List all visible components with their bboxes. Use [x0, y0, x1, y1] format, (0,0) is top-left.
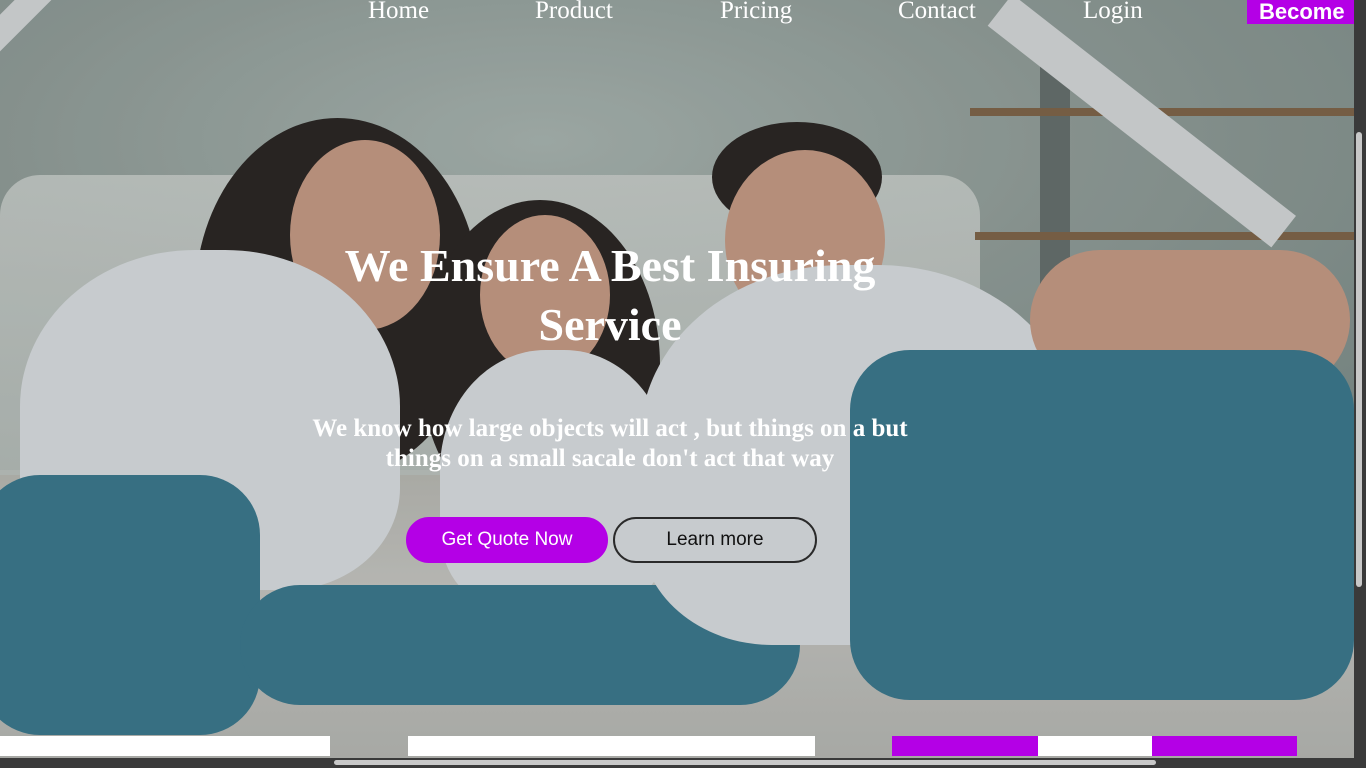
nav-home-link[interactable]: Home: [368, 0, 429, 26]
hero-title: We Ensure A Best Insuring Service: [344, 240, 876, 350]
learn-more-button[interactable]: Learn more: [613, 517, 817, 563]
bottom-bar-white: [0, 736, 330, 756]
horizontal-scrollbar-thumb[interactable]: [334, 760, 1156, 765]
nav-contact-link[interactable]: Contact: [898, 0, 976, 26]
hero-section: Home Product Pricing Contact Login Becom…: [0, 0, 1354, 758]
bottom-bar-accent: [892, 736, 1038, 756]
top-navigation: Home Product Pricing Contact Login Becom…: [0, 0, 1354, 30]
background-overlay: [0, 0, 1354, 758]
nav-become-button[interactable]: Become: [1247, 0, 1354, 24]
bottom-bar-white: [408, 736, 815, 756]
hero-subtitle: We know how large objects will act , but…: [312, 415, 908, 472]
nav-login-link[interactable]: Login: [1083, 0, 1143, 26]
get-quote-button[interactable]: Get Quote Now: [406, 517, 608, 563]
vertical-scrollbar-thumb[interactable]: [1356, 132, 1362, 587]
nav-pricing-link[interactable]: Pricing: [720, 0, 792, 26]
bottom-bar-accent: [1152, 736, 1297, 756]
nav-product-link[interactable]: Product: [535, 0, 613, 26]
bottom-bar-white: [1038, 736, 1152, 756]
